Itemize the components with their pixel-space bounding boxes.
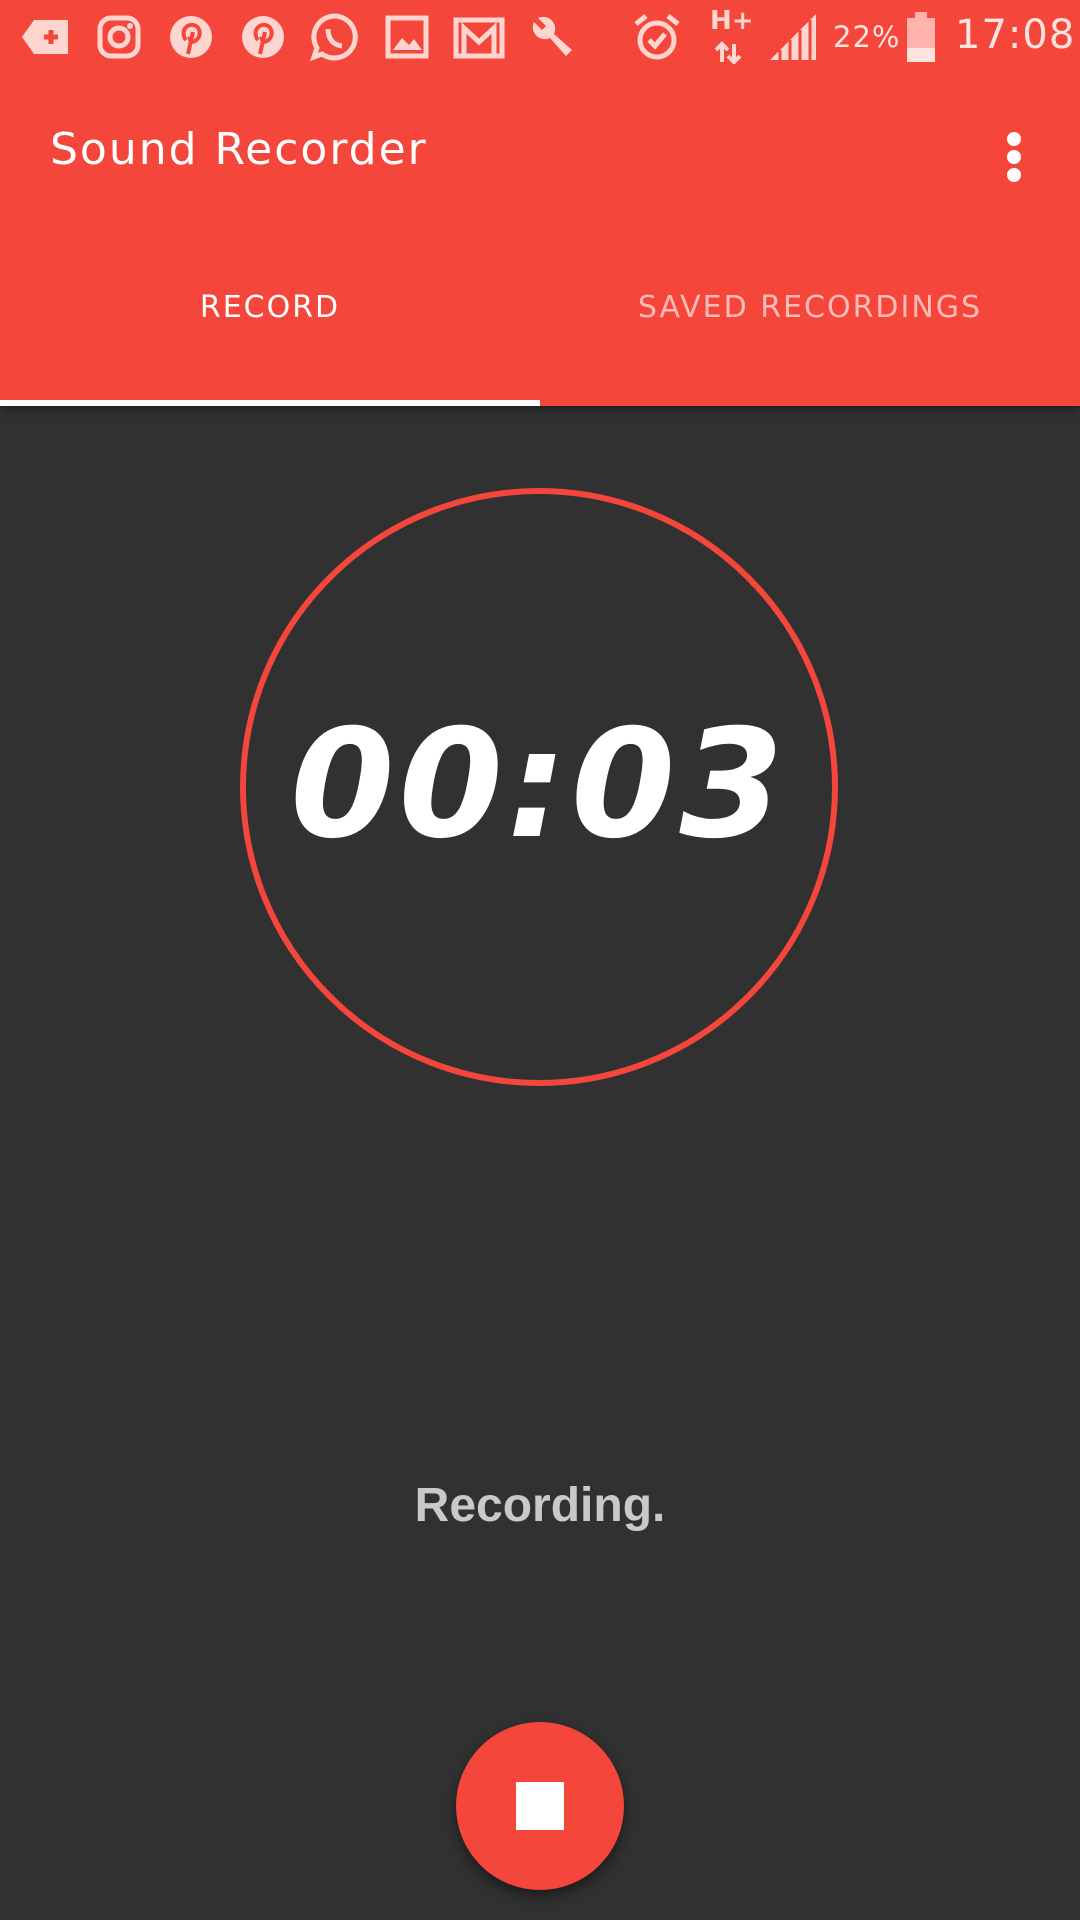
status-bar: H+ 22% 17:08 bbox=[0, 0, 1080, 74]
signal-icon bbox=[766, 10, 826, 64]
gmail-icon bbox=[452, 10, 506, 64]
stop-icon bbox=[516, 1782, 564, 1830]
recording-timer: 00:03 bbox=[290, 698, 788, 872]
tab-saved-recordings[interactable]: SAVED RECORDINGS bbox=[540, 290, 1080, 350]
app-bar: H+ 22% 17:08 Sound Recorder RECORD SAVED… bbox=[0, 0, 1080, 406]
tag-plus-icon bbox=[20, 10, 74, 64]
image-icon bbox=[380, 10, 434, 64]
wrench-icon bbox=[524, 10, 578, 64]
app-title: Sound Recorder bbox=[50, 124, 428, 175]
more-options-button[interactable] bbox=[990, 124, 1038, 190]
pinterest-icon bbox=[164, 10, 218, 64]
whatsapp-icon bbox=[308, 10, 362, 64]
tab-indicator bbox=[0, 400, 540, 406]
recording-status: Recording. bbox=[414, 1479, 666, 1532]
pinterest-icon bbox=[236, 10, 290, 64]
network-hplus-icon: H+ bbox=[706, 6, 756, 64]
alarm-icon bbox=[630, 10, 684, 64]
instagram-icon bbox=[92, 10, 146, 64]
stop-recording-button[interactable] bbox=[456, 1722, 624, 1890]
more-vert-icon bbox=[1007, 132, 1021, 146]
battery-icon bbox=[894, 10, 935, 64]
status-clock: 17:08 bbox=[955, 12, 1076, 58]
tab-record[interactable]: RECORD bbox=[0, 290, 540, 350]
battery-percent: 22% bbox=[833, 20, 901, 54]
